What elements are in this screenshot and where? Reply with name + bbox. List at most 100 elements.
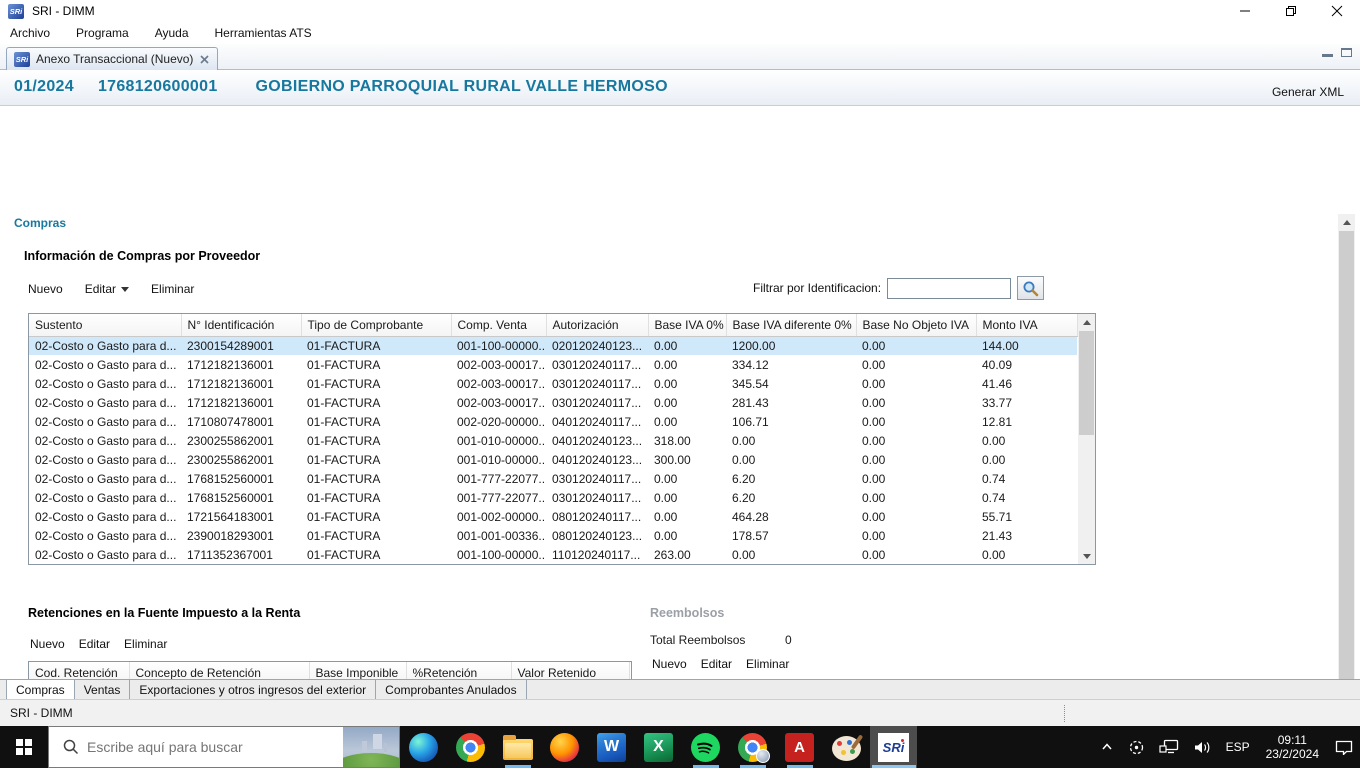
column-header[interactable]: N° Identificación xyxy=(181,314,301,336)
table-row[interactable]: 02-Costo o Gasto para d...23002558620010… xyxy=(29,431,1077,450)
scroll-down-icon[interactable] xyxy=(1078,548,1095,564)
filter-label: Filtrar por Identificacion: xyxy=(753,281,881,295)
scroll-up-icon[interactable] xyxy=(1078,314,1095,330)
menu-ayuda[interactable]: Ayuda xyxy=(155,26,189,40)
column-header[interactable]: Base IVA 0% xyxy=(648,314,726,336)
menu-herramientas-ats[interactable]: Herramientas ATS xyxy=(215,26,312,40)
taskbar-search[interactable] xyxy=(48,726,400,768)
table-row[interactable]: 02-Costo o Gasto para d...17121821360010… xyxy=(29,393,1077,412)
compras-section-link[interactable]: Compras xyxy=(14,216,66,230)
tab-anexo-transaccional[interactable]: SRi Anexo Transaccional (Nuevo) xyxy=(6,47,218,70)
taskbar-sri-dimm[interactable]: SRi xyxy=(870,726,917,768)
tray-chevron-up-icon[interactable] xyxy=(1093,726,1121,768)
column-header[interactable]: Autorización xyxy=(546,314,648,336)
table-row[interactable]: 02-Costo o Gasto para d...17121821360010… xyxy=(29,374,1077,393)
table-row[interactable]: 02-Costo o Gasto para d...17215641830010… xyxy=(29,507,1077,526)
taskbar-file-explorer[interactable] xyxy=(494,726,541,768)
tab-compras[interactable]: Compras xyxy=(6,680,75,700)
filter-search-button[interactable] xyxy=(1017,276,1044,300)
table-cell: 001-777-22077... xyxy=(451,488,546,507)
retenciones-editar-button[interactable]: Editar xyxy=(79,637,110,651)
minimize-button[interactable] xyxy=(1222,0,1268,22)
reembolsos-editar-button[interactable]: Editar xyxy=(701,657,732,671)
table-cell: 0.00 xyxy=(976,450,1077,469)
table-row[interactable]: 02-Costo o Gasto para d...17681525600010… xyxy=(29,488,1077,507)
tray-volume-icon[interactable] xyxy=(1186,726,1219,768)
filter-input[interactable] xyxy=(887,278,1011,299)
taskbar-word[interactable]: W xyxy=(588,726,635,768)
table-row[interactable]: 02-Costo o Gasto para d...23001542890010… xyxy=(29,336,1077,355)
scrollbar-thumb[interactable] xyxy=(1079,331,1094,435)
column-header[interactable]: Monto IVA xyxy=(976,314,1077,336)
column-header[interactable]: Base No Objeto IVA xyxy=(856,314,976,336)
table-cell: 2300154289001 xyxy=(181,336,301,355)
column-header[interactable]: Sustento xyxy=(29,314,181,336)
taskbar-clock[interactable]: 09:11 23/2/2024 xyxy=(1257,733,1328,761)
table-row[interactable]: 02-Costo o Gasto para d...17113523670010… xyxy=(29,545,1077,564)
close-button[interactable] xyxy=(1314,0,1360,22)
table-row[interactable]: 02-Costo o Gasto para d...23002558620010… xyxy=(29,450,1077,469)
view-minimize-icon[interactable] xyxy=(1322,48,1333,57)
tab-close-icon[interactable] xyxy=(199,54,210,65)
taskbar-acrobat[interactable]: A xyxy=(776,726,823,768)
compras-editar-label: Editar xyxy=(85,282,116,296)
restore-button[interactable] xyxy=(1268,0,1314,22)
search-highlight-image[interactable] xyxy=(343,727,399,767)
retenciones-nuevo-button[interactable]: Nuevo xyxy=(30,637,65,651)
table-row[interactable]: 02-Costo o Gasto para d...17108074780010… xyxy=(29,412,1077,431)
table-cell: 1721564183001 xyxy=(181,507,301,526)
table-row[interactable]: 02-Costo o Gasto para d...23900182930010… xyxy=(29,526,1077,545)
tab-ventas[interactable]: Ventas xyxy=(75,680,131,700)
table-cell: 0.00 xyxy=(648,336,726,355)
table-cell: 001-777-22077... xyxy=(451,469,546,488)
table-cell: 178.57 xyxy=(726,526,856,545)
taskbar-paint[interactable] xyxy=(823,726,870,768)
generar-xml-button[interactable]: Generar XML xyxy=(1272,85,1344,99)
title-bar: SRi SRI - DIMM xyxy=(0,0,1360,22)
reembolsos-nuevo-button[interactable]: Nuevo xyxy=(652,657,687,671)
table-cell: 110120240117... xyxy=(546,545,648,564)
start-button[interactable] xyxy=(0,726,48,768)
table-cell: 01-FACTURA xyxy=(301,355,451,374)
table-cell: 1200.00 xyxy=(726,336,856,355)
compras-nuevo-button[interactable]: Nuevo xyxy=(28,282,63,296)
tab-exportaciones[interactable]: Exportaciones y otros ingresos del exter… xyxy=(130,680,376,700)
scroll-up-icon[interactable] xyxy=(1338,214,1355,230)
column-header[interactable]: Comp. Venta xyxy=(451,314,546,336)
table-cell: 02-Costo o Gasto para d... xyxy=(29,450,181,469)
table-cell: 0.00 xyxy=(726,450,856,469)
table-cell: 0.00 xyxy=(648,412,726,431)
taskbar-chrome-profile[interactable] xyxy=(729,726,776,768)
table-cell: 300.00 xyxy=(648,450,726,469)
table-row[interactable]: 02-Costo o Gasto para d...17121821360010… xyxy=(29,355,1077,374)
taskbar-spotify[interactable] xyxy=(682,726,729,768)
compras-eliminar-button[interactable]: Eliminar xyxy=(151,282,194,296)
menu-archivo[interactable]: Archivo xyxy=(10,26,50,40)
taskbar-edge[interactable] xyxy=(400,726,447,768)
compras-editar-button[interactable]: Editar xyxy=(85,282,129,296)
language-indicator[interactable]: ESP xyxy=(1219,726,1257,768)
table-cell: 002-003-00017... xyxy=(451,374,546,393)
view-maximize-icon[interactable] xyxy=(1341,48,1352,57)
menu-programa[interactable]: Programa xyxy=(76,26,129,40)
taskbar-chrome[interactable] xyxy=(447,726,494,768)
table-cell: 001-100-00000... xyxy=(451,336,546,355)
column-header[interactable]: Tipo de Comprobante xyxy=(301,314,451,336)
tray-update-icon[interactable] xyxy=(1121,726,1152,768)
taskbar-excel[interactable]: X xyxy=(635,726,682,768)
reembolsos-eliminar-button[interactable]: Eliminar xyxy=(746,657,789,671)
table-cell: 001-010-00000... xyxy=(451,431,546,450)
compras-table-scrollbar[interactable] xyxy=(1078,314,1095,564)
taskbar-firefox[interactable] xyxy=(541,726,588,768)
editar-dropdown-icon[interactable] xyxy=(121,287,129,292)
tray-network-icon[interactable] xyxy=(1152,726,1186,768)
retenciones-eliminar-button[interactable]: Eliminar xyxy=(124,637,167,651)
tab-comprobantes-anulados[interactable]: Comprobantes Anulados xyxy=(376,680,526,700)
table-row[interactable]: 02-Costo o Gasto para d...17681525600010… xyxy=(29,469,1077,488)
column-header[interactable]: Base IVA diferente 0% xyxy=(726,314,856,336)
notification-center-icon[interactable] xyxy=(1328,726,1360,768)
table-cell: 0.00 xyxy=(648,469,726,488)
table-cell: 0.00 xyxy=(726,431,856,450)
search-input[interactable] xyxy=(87,739,343,755)
table-cell: 0.74 xyxy=(976,488,1077,507)
